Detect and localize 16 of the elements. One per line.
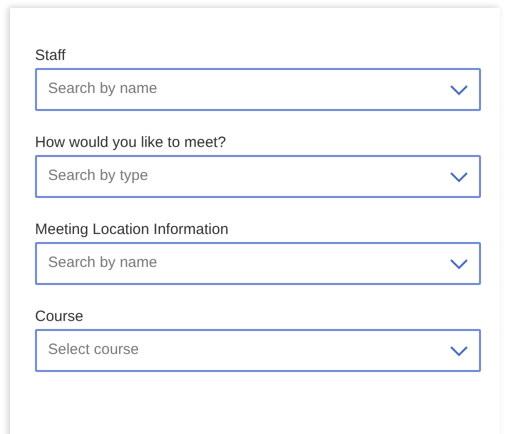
field-label: Meeting Location Information (35, 220, 230, 239)
chevron-down-icon (449, 258, 469, 270)
search-input[interactable]: Search by name (48, 252, 428, 275)
field-label: Staff (35, 46, 67, 65)
chevron-down-icon (449, 344, 469, 356)
field-label: How would you like to meet? (35, 133, 227, 152)
dropdown-field[interactable]: Search by name (35, 242, 481, 285)
chevron-down-icon (449, 170, 469, 182)
search-input[interactable]: Search by name (48, 78, 428, 101)
dropdown-field[interactable]: Search by name (35, 68, 481, 111)
field-label: Course (35, 307, 84, 326)
dropdown-field[interactable]: Search by type (35, 155, 481, 198)
search-input[interactable]: Select course (48, 339, 428, 362)
dropdown-field[interactable]: Select course (35, 329, 481, 372)
search-input[interactable]: Search by type (48, 165, 428, 188)
chevron-down-icon (449, 84, 469, 96)
